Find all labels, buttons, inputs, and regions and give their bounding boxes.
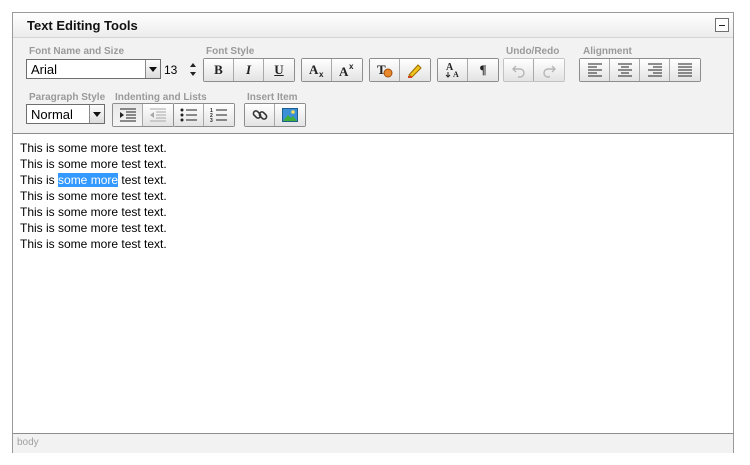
text-editing-panel: Text Editing Tools Font Name and Size Fo… bbox=[12, 12, 734, 453]
element-path[interactable]: body bbox=[17, 437, 39, 448]
svg-text:A: A bbox=[453, 70, 459, 79]
pilcrow-icon: ¶ bbox=[479, 62, 487, 77]
indent-group bbox=[112, 103, 174, 127]
font-name-select[interactable]: Arial bbox=[26, 59, 161, 79]
line-text-before: This is bbox=[20, 173, 59, 187]
align-left-icon bbox=[587, 63, 602, 77]
link-icon bbox=[252, 110, 267, 120]
editor-area[interactable]: This is some more test text. This is som… bbox=[13, 133, 733, 434]
font-size-icon: AA bbox=[445, 62, 459, 79]
editor-line[interactable]: This is some more test text. bbox=[20, 221, 167, 235]
highlight-button[interactable] bbox=[400, 59, 430, 81]
numbered-list-button[interactable]: 123 bbox=[204, 104, 234, 126]
line-text-after: test text. bbox=[118, 173, 167, 187]
indenting-lists-label: Indenting and Lists bbox=[115, 92, 207, 103]
alignment-group bbox=[579, 58, 701, 82]
svg-text:A: A bbox=[309, 62, 319, 77]
outdent-button[interactable] bbox=[143, 104, 173, 126]
alignment-label: Alignment bbox=[583, 46, 632, 57]
font-size-stepper[interactable]: 13 bbox=[162, 60, 200, 80]
paragraph-style-label: Paragraph Style bbox=[29, 92, 106, 103]
paragraph-style-value: Normal bbox=[31, 107, 73, 122]
insert-group bbox=[244, 103, 306, 127]
font-name-size-label: Font Name and Size bbox=[29, 46, 125, 57]
pilcrow-button[interactable]: ¶ bbox=[468, 59, 498, 81]
numbered-list-icon: 123 bbox=[210, 108, 227, 122]
redo-icon bbox=[543, 65, 556, 78]
chevron-down-icon[interactable] bbox=[89, 105, 104, 123]
italic-button[interactable]: I bbox=[234, 59, 264, 81]
font-style-group: B I U bbox=[203, 58, 295, 82]
svg-text:A: A bbox=[339, 64, 349, 78]
superscript-button[interactable]: Ax bbox=[332, 59, 362, 81]
clear-format-button[interactable]: T bbox=[370, 59, 400, 81]
font-size-button[interactable]: AA bbox=[438, 59, 468, 81]
paragraph-style-select[interactable]: Normal bbox=[26, 104, 105, 124]
insert-item-label: Insert Item bbox=[247, 92, 298, 103]
align-left-button[interactable] bbox=[580, 59, 610, 81]
align-justify-icon bbox=[678, 63, 692, 77]
editor-line[interactable]: This is some more test text. bbox=[20, 189, 167, 203]
subscript-button[interactable]: Ax bbox=[302, 59, 332, 81]
indent-button[interactable] bbox=[113, 104, 143, 126]
underline-button[interactable]: U bbox=[264, 59, 294, 81]
bold-button[interactable]: B bbox=[204, 59, 234, 81]
editor-line[interactable]: This is some more test text. bbox=[20, 157, 167, 171]
format-group: T bbox=[369, 58, 431, 82]
undo-icon bbox=[511, 65, 525, 78]
outdent-icon bbox=[150, 108, 166, 122]
superscript-icon: Ax bbox=[339, 62, 354, 78]
font-size-value: 13 bbox=[164, 63, 178, 77]
text-size-group: AA ¶ bbox=[437, 58, 499, 82]
undo-button[interactable] bbox=[504, 59, 534, 81]
panel-titlebar: Text Editing Tools bbox=[13, 13, 733, 38]
undo-redo-label: Undo/Redo bbox=[506, 46, 560, 57]
panel-title: Text Editing Tools bbox=[27, 18, 138, 33]
bulleted-list-icon bbox=[180, 108, 197, 122]
selected-text[interactable]: some more bbox=[58, 173, 119, 187]
collapse-icon[interactable] bbox=[715, 18, 729, 32]
list-group: 123 bbox=[173, 103, 235, 127]
editor-line[interactable]: This is some more test text. bbox=[20, 173, 167, 187]
indent-icon bbox=[119, 108, 136, 122]
status-bar: body bbox=[13, 435, 733, 453]
undo-redo-group bbox=[503, 58, 565, 82]
align-justify-button[interactable] bbox=[670, 59, 700, 81]
align-center-button[interactable] bbox=[610, 59, 640, 81]
spinner-icon[interactable] bbox=[189, 61, 198, 79]
insert-link-button[interactable] bbox=[245, 104, 275, 126]
align-right-button[interactable] bbox=[640, 59, 670, 81]
align-right-icon bbox=[647, 63, 662, 77]
subscript-icon: Ax bbox=[309, 62, 324, 78]
image-icon bbox=[282, 108, 298, 122]
script-group: Ax Ax bbox=[301, 58, 363, 82]
editor-line[interactable]: This is some more test text. bbox=[20, 141, 167, 155]
editor-line[interactable]: This is some more test text. bbox=[20, 237, 167, 251]
clear-format-icon: T bbox=[377, 62, 392, 78]
editor-line[interactable]: This is some more test text. bbox=[20, 205, 167, 219]
align-center-icon bbox=[617, 63, 632, 77]
highlight-icon bbox=[408, 64, 422, 78]
chevron-down-icon[interactable] bbox=[145, 60, 160, 78]
bulleted-list-button[interactable] bbox=[174, 104, 204, 126]
font-style-label: Font Style bbox=[206, 46, 255, 57]
font-name-value: Arial bbox=[31, 62, 58, 77]
svg-text:3: 3 bbox=[210, 118, 213, 122]
insert-image-button[interactable] bbox=[275, 104, 305, 126]
svg-text:x: x bbox=[319, 70, 324, 78]
svg-text:x: x bbox=[349, 62, 354, 71]
redo-button[interactable] bbox=[534, 59, 564, 81]
